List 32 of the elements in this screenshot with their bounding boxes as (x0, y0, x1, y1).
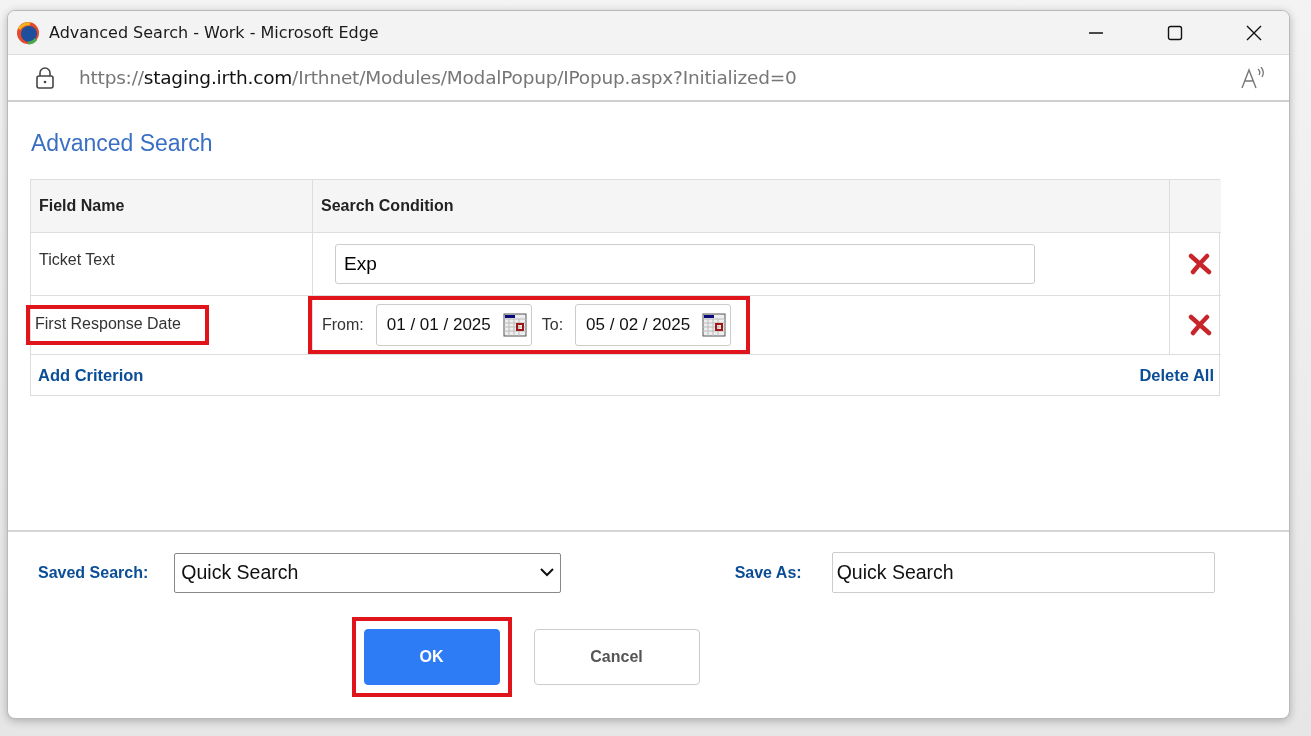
header-cell (1170, 180, 1221, 232)
calendar-icon[interactable] (702, 313, 727, 337)
saved-search-label: Saved Search: (38, 563, 149, 582)
column-header: Search Condition (313, 180, 1170, 232)
chevron-down-icon (539, 568, 554, 577)
to-label: To: (541, 316, 564, 334)
saved-search-dropdown[interactable]: Quick Search (174, 552, 561, 593)
condition-field[interactable]: Exp (335, 244, 1035, 284)
ok-button[interactable]: OK (363, 629, 500, 685)
calendar-icon[interactable] (502, 313, 527, 337)
close-icon (1246, 24, 1262, 41)
add-criterion-link[interactable]: Add Criterion (38, 365, 144, 385)
delete-icon[interactable] (1187, 314, 1212, 336)
save-as-field[interactable]: Quick Search (831, 552, 1215, 593)
delete-all-link[interactable]: Delete All (1139, 365, 1214, 385)
to-date-field[interactable]: 05 / 02 / 2025 (575, 304, 732, 346)
app-logo-icon (16, 20, 40, 45)
maximize-icon (1167, 24, 1183, 41)
cancel-button[interactable]: Cancel (533, 629, 700, 685)
dialog-heading: Advanced Search (31, 130, 214, 157)
window-title: Advanced Search - Work - Microsoft Edge (49, 23, 380, 42)
from-date-field[interactable]: 01 / 01 / 2025 (375, 304, 532, 346)
column-header: Field Name (31, 180, 313, 232)
lock-icon[interactable] (36, 66, 54, 89)
delete-icon[interactable] (1187, 253, 1212, 275)
address-url[interactable]: https://staging.irth.com/Irthnet/Modules/ModalPopup/IPopup.aspx?Initialized=0 (79, 67, 1216, 88)
minimize-icon (1089, 31, 1103, 34)
save-as-label: Save As: (734, 563, 802, 582)
from-label: From: (322, 316, 364, 334)
field-name: Ticket Text (39, 251, 115, 269)
field-name: First Response Date (26, 305, 209, 345)
read-aloud-icon[interactable] (1241, 66, 1267, 89)
